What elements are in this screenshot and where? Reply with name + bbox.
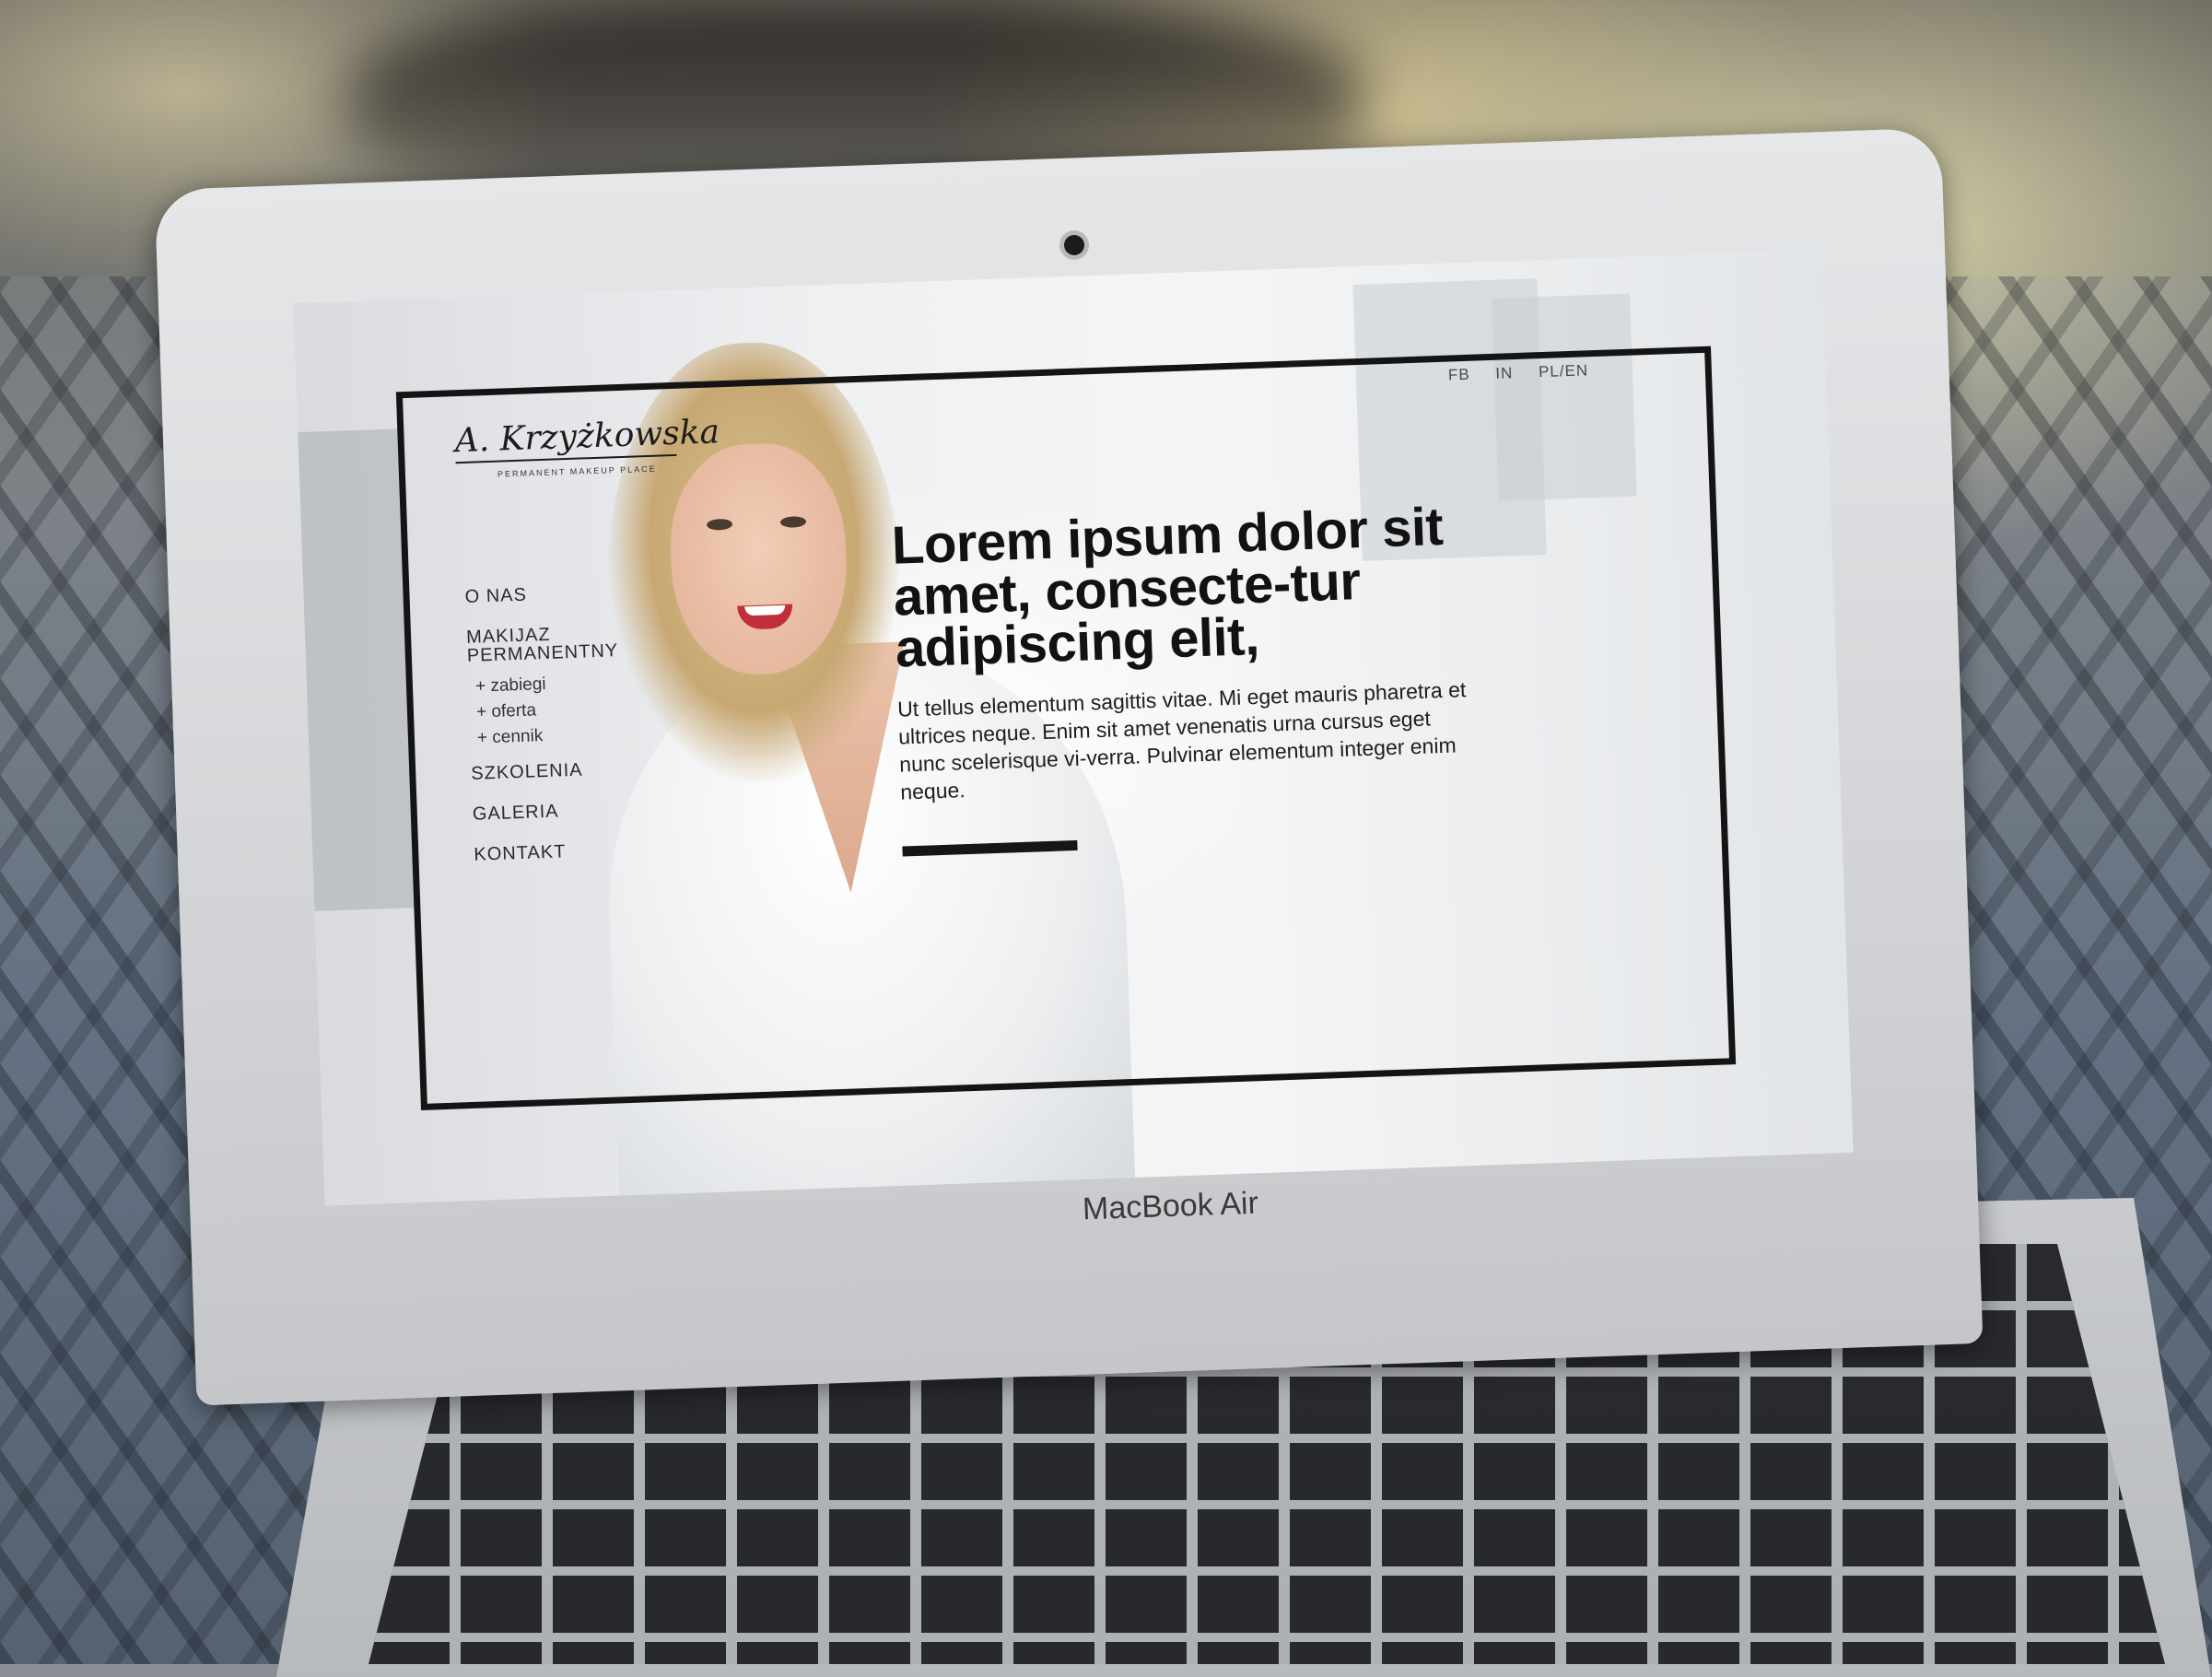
nav-item-makijaz[interactable]: MAKIJAZ PERMANENTNY [466,623,619,666]
language-switch[interactable]: PL/EN [1539,361,1589,381]
main-nav: O NAS MAKIJAZ PERMANENTNY + zabiegi + of… [464,582,622,873]
camera-icon [1064,235,1084,255]
hero-text: Ut tellus elementum sagittis vitae. Mi e… [896,677,1467,804]
nav-item-galeria[interactable]: GALERIA [472,800,621,825]
nav-item-kontakt[interactable]: KONTAKT [474,840,622,864]
background-window [298,428,416,911]
facebook-link[interactable]: FB [1448,366,1470,384]
hero-title: Lorem ipsum dolor sit amet, consecte-tur… [890,496,1445,679]
nav-item-o-nas[interactable]: O NAS [464,582,613,607]
instagram-link[interactable]: IN [1495,364,1514,382]
laptop-screen: A. Krzyżkowska PERMANENT MAKEUP PLACE FB… [293,250,1854,1206]
laptop-brand: MacBook Air [1082,1185,1259,1227]
nav-item-szkolenia[interactable]: SZKOLENIA [471,759,619,784]
